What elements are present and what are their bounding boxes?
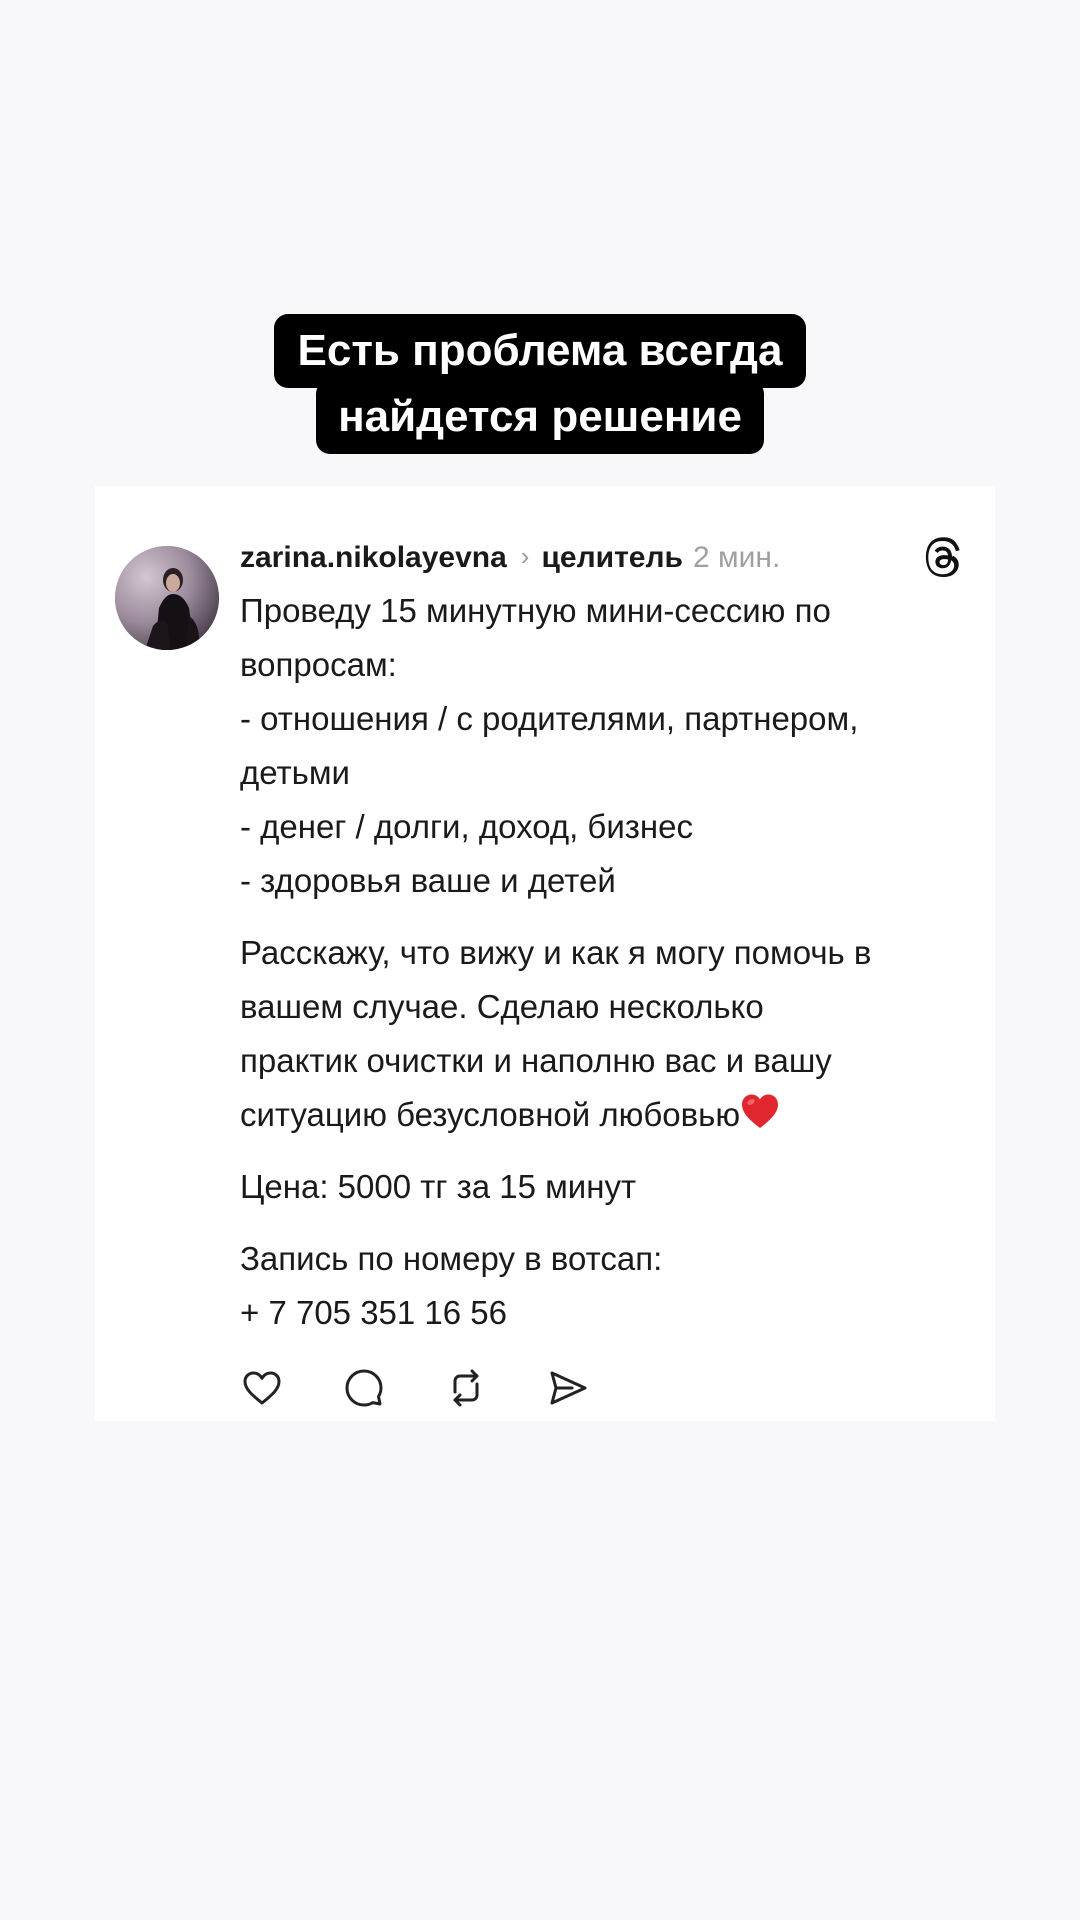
headline-line-2: найдется решение [316, 380, 764, 454]
post-header: zarina.nikolayevna › целитель 2 мин. [240, 536, 960, 580]
topic-tag[interactable]: целитель [541, 536, 683, 580]
post-content: zarina.nikolayevna › целитель 2 мин. Про… [240, 536, 960, 1340]
post-text-line: вашем случае. Сделаю несколько [240, 988, 764, 1025]
headline-line-1: Есть проблема всегда [273, 314, 807, 388]
chevron-right-icon: › [520, 541, 530, 571]
post-text-line: - отношения / с родителями, партнером, [240, 700, 859, 737]
post-text-line: Запись по номеру в вотсап: [240, 1240, 663, 1277]
price-text: Цена: 5000 тг за 15 минут [240, 1168, 637, 1205]
post-text: Проведу 15 минутную мини-сессию по вопро… [240, 584, 960, 1340]
repost-icon[interactable] [444, 1366, 488, 1410]
threads-logo-icon [925, 537, 960, 577]
story-headline: Есть проблема всегда найдется решение [0, 314, 1080, 454]
phone-number: + 7 705 351 16 56 [240, 1294, 507, 1331]
post-text-line: ситуацию безусловной любовью [240, 1096, 741, 1133]
post-text-line: - денег / долги, доход, бизнес [240, 808, 693, 845]
post-text-line-with-emoji: ситуацию безусловной любовью [240, 1088, 960, 1142]
avatar[interactable] [115, 546, 219, 650]
post-text-line: Проведу 15 минутную мини-сессию по [240, 592, 831, 629]
share-icon[interactable] [546, 1366, 590, 1410]
post-text-line: - здоровья ваше и детей [240, 862, 616, 899]
like-icon[interactable] [240, 1366, 284, 1410]
post-time: 2 мин. [692, 541, 781, 574]
post-text-line: детьми [240, 754, 350, 791]
post-text-line: Расскажу, что вижу и как я могу помочь в [240, 934, 872, 971]
threads-post-card: zarina.nikolayevna › целитель 2 мин. Про… [95, 486, 995, 1421]
avatar-photo [115, 546, 219, 650]
post-actions [240, 1366, 590, 1410]
post-text-line: вопросам: [240, 646, 397, 683]
username-link[interactable]: zarina.nikolayevna [240, 536, 507, 580]
comment-icon[interactable] [342, 1366, 386, 1410]
post-text-line: практик очистки и наполню вас и вашу [240, 1042, 832, 1079]
red-heart-emoji-icon [742, 1094, 779, 1128]
